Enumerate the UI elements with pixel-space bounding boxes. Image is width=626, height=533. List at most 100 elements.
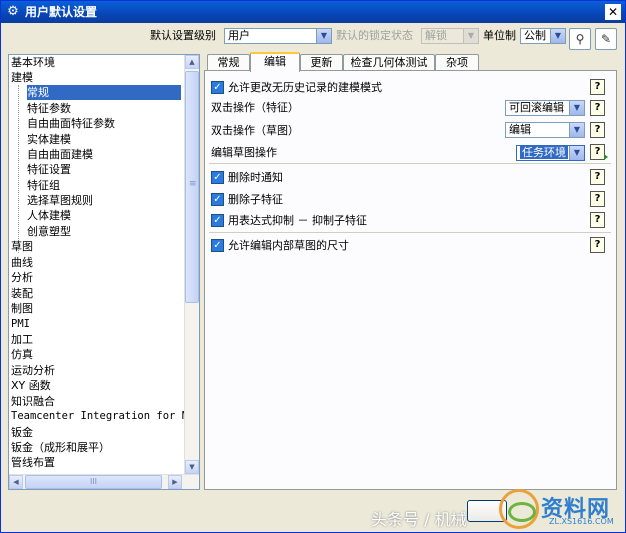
tree-item-motion[interactable]: 运动分析 [11,363,55,378]
dblclick-sketch-value: 编辑 [509,123,531,136]
allow-inner-sketch-checkbox[interactable]: ✓ [211,239,224,252]
delete-notify-label: 删除时通知 [228,171,283,184]
checkmark-icon: ✓ [212,172,223,183]
tab-general[interactable]: 常规 [207,54,250,71]
allow-change-checkbox[interactable]: ✓ [211,81,224,94]
wrench-icon: ✎ [600,32,612,46]
scroll-left-button[interactable]: ◀ [9,475,23,489]
edit-sketch-label: 编辑草图操作 [211,146,277,159]
scroll-down-button[interactable]: ▼ [185,460,199,474]
grip-icon: ≡ [189,179,197,189]
delete-children-label: 删除子特征 [228,193,283,206]
site-watermark-url: ZL.XS1616.COM [549,517,614,526]
dblclick-sketch-select[interactable]: 编辑 ▼ [505,122,585,138]
help-icon[interactable]: ? [590,79,605,95]
tree-item-pmi[interactable]: PMI [11,317,30,332]
manage-defaults-button[interactable]: ✎ [595,28,617,50]
dblclick-feature-label: 双击操作（特征） [211,101,299,114]
delete-children-checkbox[interactable]: ✓ [211,193,224,206]
tree-item-knowledge-fusion[interactable]: 知识融合 [11,394,55,409]
lock-state-select[interactable]: 解锁 ▼ [421,28,479,44]
dblclick-feature-value: 可回滚编辑 [509,101,564,114]
tree-vertical-scrollbar[interactable]: ▲ ≡ ▼ [184,55,199,474]
tree-item-assembly[interactable]: 装配 [11,286,33,301]
lock-state-label: 默认的锁定状态 [336,29,413,42]
tree-item-modeling[interactable]: 建模 [11,70,33,85]
chevron-down-icon: ▼ [463,29,478,43]
chevron-down-icon: ▼ [569,123,584,137]
expr-suppress-label: 用表达式抑制 － 抑制子特征 [228,214,367,227]
dblclick-feature-select[interactable]: 可回滚编辑 ▼ [505,100,585,116]
tree-item-basic-env[interactable]: 基本环境 [11,55,55,70]
close-icon: ✕ [607,5,619,19]
checkmark-icon: ✓ [212,240,223,251]
chevron-down-icon: ▼ [550,29,565,43]
chevron-down-icon: ▼ [316,29,331,43]
defaults-level-value: 用户 [228,29,250,42]
tab-update[interactable]: 更新 [300,54,343,71]
scroll-thumb[interactable]: ≡ [185,71,199,303]
tree-item-human-modeling[interactable]: 人体建模 [27,208,71,223]
scroll-right-button[interactable]: ▶ [168,475,182,489]
help-icon[interactable]: ? [590,122,605,138]
tab-misc[interactable]: 杂项 [435,54,479,71]
tree-item-creative-shape[interactable]: 创意塑型 [27,224,71,239]
tree-item-feature-params[interactable]: 特征参数 [27,101,71,116]
allow-change-label: 允许更改无历史记录的建模模式 [228,81,382,94]
tree-item-routing[interactable]: 管线布置 [11,455,55,470]
dialog-title: 用户默认设置 [25,5,98,19]
find-defaults-button[interactable]: ⚲ [569,28,591,50]
tree-item-analysis[interactable]: 分析 [11,270,33,285]
tree-item-curve[interactable]: 曲线 [11,255,33,270]
scroll-thumb-horizontal[interactable]: III [25,475,162,489]
tree-item-feature-settings[interactable]: 特征设置 [27,162,71,177]
tree-item-general[interactable]: 常规 [27,85,181,100]
delete-notify-checkbox[interactable]: ✓ [211,171,224,184]
checkmark-icon: ✓ [212,215,223,226]
tree-item-teamcenter[interactable]: Teamcenter Integration for N [11,409,188,424]
tree-item-solid-modeling[interactable]: 实体建模 [27,132,71,147]
lock-state-value: 解锁 [425,29,447,42]
help-icon[interactable]: ? [590,237,605,253]
help-icon[interactable]: ? [590,144,608,160]
help-icon[interactable]: ? [590,212,605,228]
tree-horizontal-scrollbar[interactable]: ◀ III ▶ [9,474,199,489]
site-watermark: 资料网 ZL.XS1616.COM [499,489,626,533]
tree-item-sheet-metal[interactable]: 钣金 [11,425,33,440]
site-logo-icon [499,489,539,529]
checkmark-icon: ✓ [212,82,223,93]
edit-sketch-select[interactable]: 任务环境 ▼ [516,145,585,161]
tab-edit[interactable]: 编辑 [250,52,300,72]
tree-item-freeform-feature-params[interactable]: 自由曲面特征参数 [27,116,115,131]
help-icon[interactable]: ? [590,169,605,185]
chevron-down-icon: ▼ [569,101,584,115]
unit-system-label: 单位制 [483,29,516,42]
tree-item-feature-group[interactable]: 特征组 [27,178,60,193]
category-tree: 基本环境 建模 常规 特征参数 自由曲面特征参数 实体建模 自由曲面建模 特征设… [8,54,200,490]
tree-item-sheet-metal-form[interactable]: 钣金（成形和展平） [11,440,110,455]
dblclick-sketch-label: 双击操作（草图） [211,124,299,137]
edit-sketch-value: 任务环境 [520,146,568,159]
title-bar: ⚙ 用户默认设置 ✕ [1,1,625,23]
tree-item-freeform-modeling[interactable]: 自由曲面建模 [27,147,93,162]
allow-inner-sketch-label: 允许编辑内部草图的尺寸 [228,239,349,252]
tree-item-xy-function[interactable]: XY 函数 [11,378,51,393]
tree-item-drafting[interactable]: 制图 [11,301,33,316]
settings-gear-icon: ⚙ [7,4,19,19]
help-icon[interactable]: ? [590,100,605,116]
tree-connector [18,85,19,253]
tree-item-simulation[interactable]: 仿真 [11,347,33,362]
toutiao-watermark: 头条号 / 机械 [371,510,467,529]
close-button[interactable]: ✕ [605,4,621,20]
scroll-up-button[interactable]: ▲ [185,55,199,69]
tree-item-sketch[interactable]: 草图 [11,239,33,254]
tab-check-geometry[interactable]: 检查几何体测试 [343,54,435,71]
expr-suppress-checkbox[interactable]: ✓ [211,214,224,227]
unit-system-select[interactable]: 公制 ▼ [520,28,566,44]
user-defaults-dialog: ⚙ 用户默认设置 ✕ 默认设置级别 用户 ▼ 默认的锁定状态 解锁 ▼ 单位制 … [0,0,626,533]
chevron-down-icon: ▼ [569,146,584,160]
defaults-level-select[interactable]: 用户 ▼ [224,28,332,44]
tree-item-manufacturing[interactable]: 加工 [11,332,33,347]
help-icon[interactable]: ? [590,191,605,207]
tree-item-sketch-rules[interactable]: 选择草图规则 [27,193,93,208]
